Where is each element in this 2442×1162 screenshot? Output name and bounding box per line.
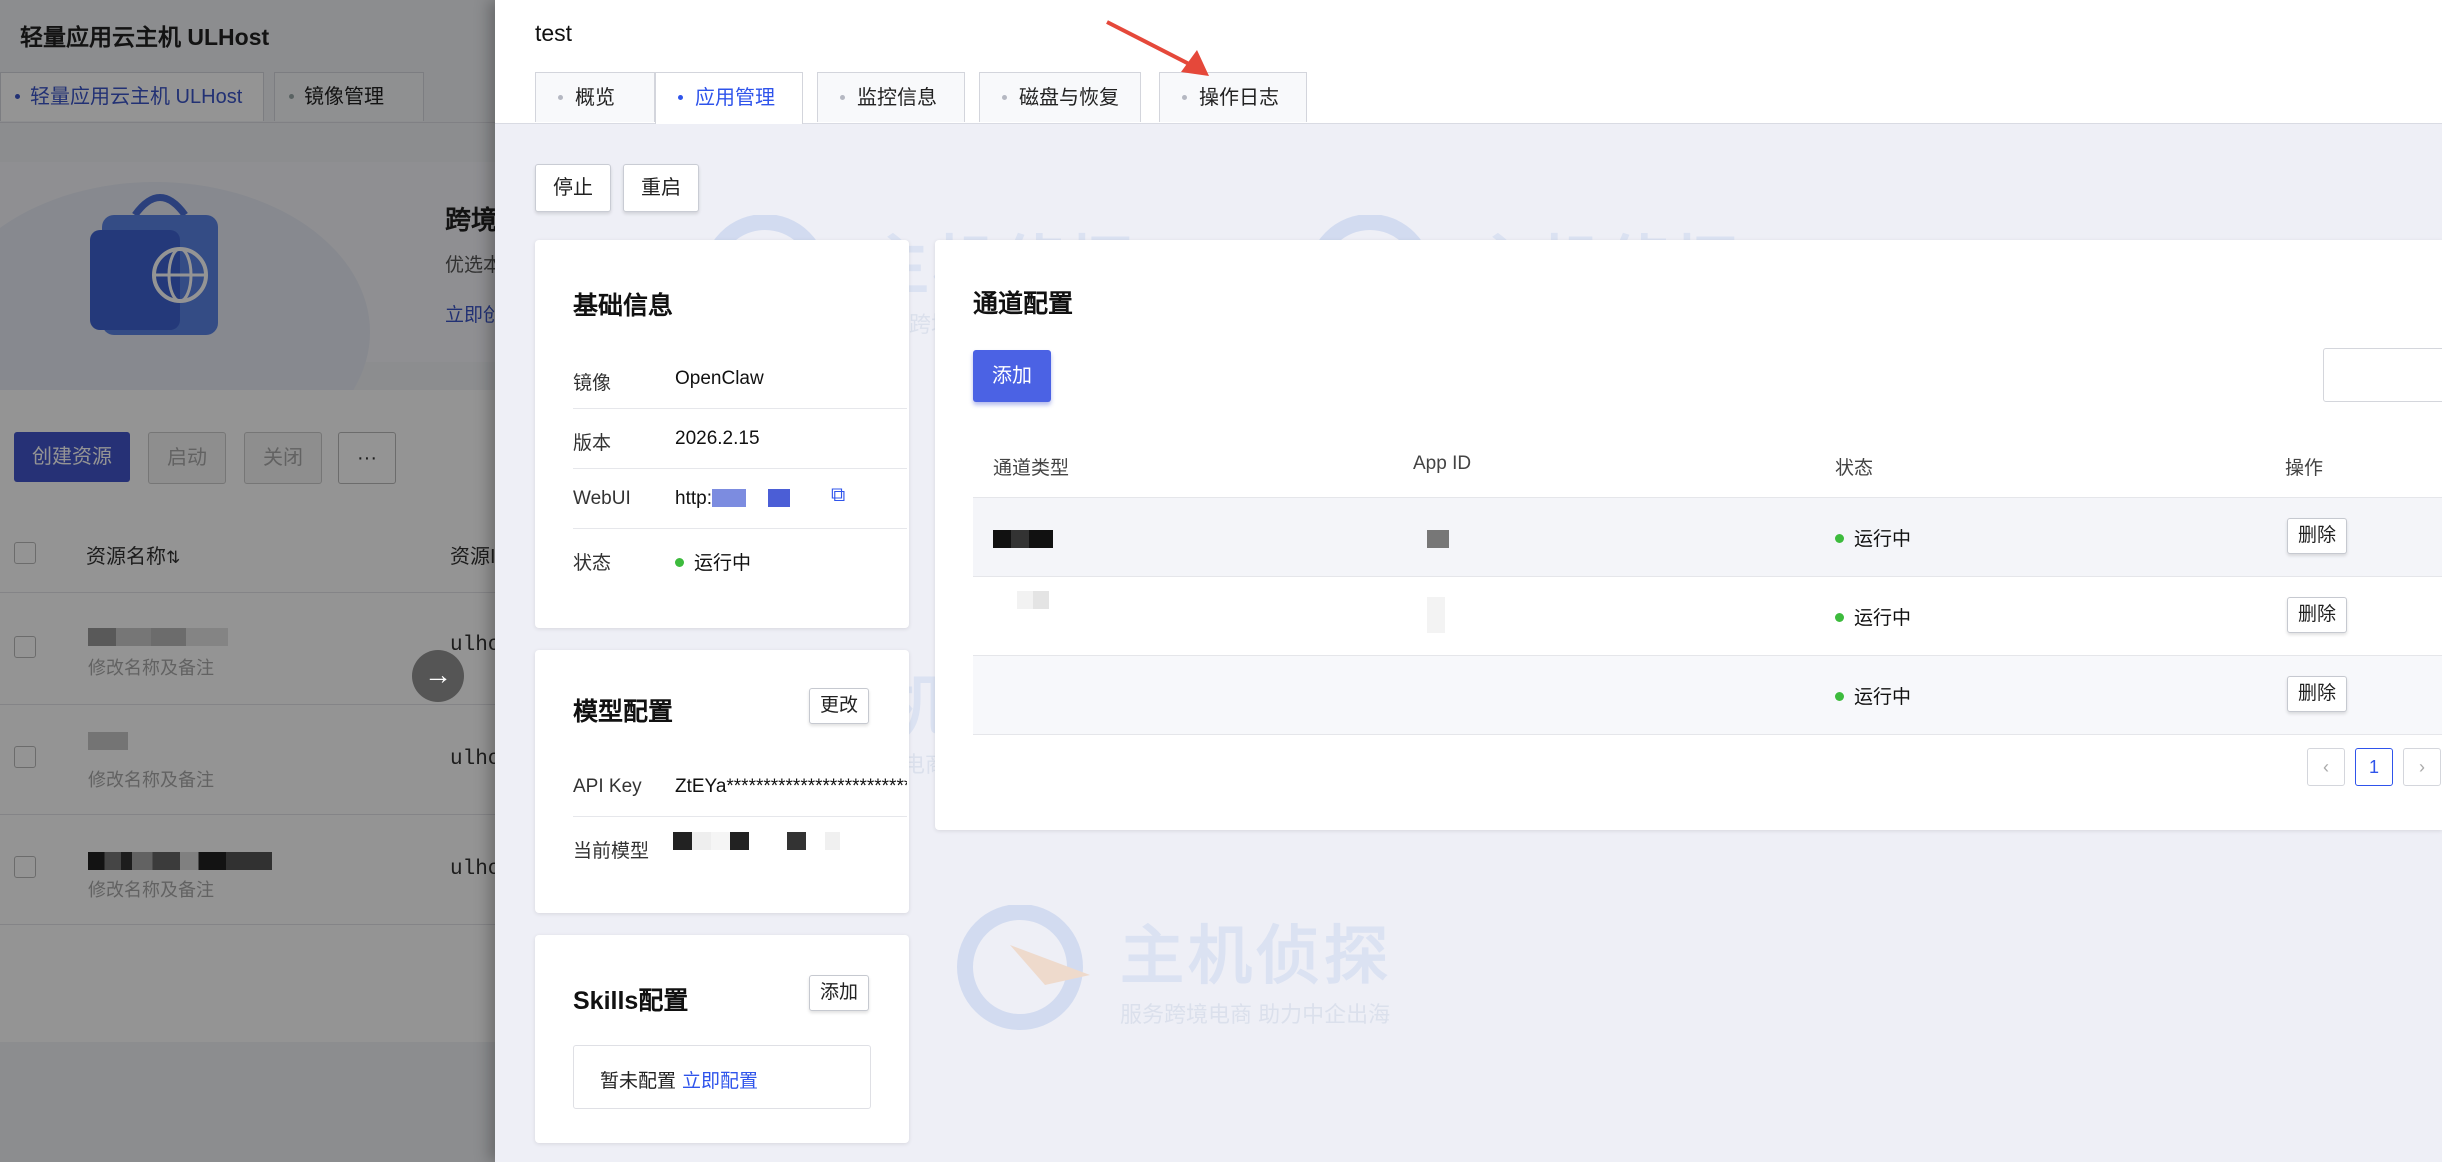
status-text: 运行中 <box>694 553 752 574</box>
tab-dot-icon <box>678 95 683 100</box>
tab-dot-icon <box>1002 95 1007 100</box>
info-row-current-model: 当前模型 <box>573 816 907 876</box>
watermark-brand: 主机侦探 <box>1120 920 1392 992</box>
info-key: 版本 <box>573 433 612 454</box>
status-dot-icon <box>1835 692 1844 701</box>
model-config-title: 模型配置 <box>573 698 674 726</box>
skills-empty-text: 暂未配置 <box>600 1071 677 1092</box>
tab-app-management[interactable]: 应用管理 <box>655 72 803 124</box>
status-text: 运行中 <box>1854 529 1912 550</box>
channel-config-title: 通道配置 <box>973 290 1074 318</box>
tab-label: 应用管理 <box>695 87 775 109</box>
tab-dot-icon <box>1182 95 1187 100</box>
column-action: 操作 <box>2285 458 2324 479</box>
add-channel-button[interactable]: 添加 <box>973 350 1051 402</box>
masked-url <box>767 489 790 507</box>
masked-app-id <box>1427 597 1445 633</box>
delete-button[interactable]: 删除 <box>2287 518 2348 554</box>
restart-button[interactable]: 重启 <box>623 164 699 212</box>
status-dot-icon <box>675 558 684 567</box>
masked-channel-type <box>993 591 1073 609</box>
delete-button[interactable]: 删除 <box>2287 597 2348 633</box>
tab-label: 监控信息 <box>857 87 937 109</box>
status-dot-icon <box>1835 613 1844 622</box>
status-dot-icon <box>1835 534 1844 543</box>
tab-label: 概览 <box>575 87 615 109</box>
annotation-arrow-icon <box>1106 20 1209 76</box>
table-row: 运行中 删除 <box>973 656 2442 735</box>
tab-dot-icon <box>558 95 563 100</box>
info-key: 状态 <box>573 553 612 574</box>
column-app-id: App ID <box>1413 453 1472 474</box>
row-status: 运行中 <box>1835 524 1911 551</box>
masked-url <box>711 489 746 507</box>
tab-dot-icon <box>840 95 845 100</box>
status-value: 运行中 <box>675 548 751 575</box>
column-status: 状态 <box>1835 458 1874 479</box>
masked-app-id <box>1427 530 1449 548</box>
webui-link-text: http: <box>675 488 712 509</box>
drawer-title: test <box>535 20 573 46</box>
next-page-button[interactable]: › <box>2403 748 2441 786</box>
search-input[interactable] <box>2323 348 2442 402</box>
row-status: 运行中 <box>1835 682 1911 709</box>
info-value: 2026.2.15 <box>675 428 760 449</box>
channel-config-card: 通道配置 添加 通道类型 App ID 状态 操作 运行中 删除 运行中 删除 … <box>935 240 2442 830</box>
info-key: 当前模型 <box>573 841 650 862</box>
arrow-right-icon[interactable]: → <box>412 650 464 702</box>
webui-link[interactable]: http: <box>675 488 790 510</box>
info-row-image: 镜像 OpenClaw <box>573 348 907 409</box>
delete-button[interactable]: 删除 <box>2287 676 2348 712</box>
stop-button[interactable]: 停止 <box>535 164 611 212</box>
configure-now-link[interactable]: 立即配置 <box>682 1066 758 1093</box>
info-value: OpenClaw <box>675 368 764 389</box>
tab-label: 磁盘与恢复 <box>1019 87 1119 109</box>
info-row-status: 状态 运行中 <box>573 528 907 588</box>
skills-config-title: Skills配置 <box>573 987 689 1015</box>
model-config-card: 模型配置 更改 API Key ZtEYa*******************… <box>535 650 909 913</box>
row-status: 运行中 <box>1835 603 1911 630</box>
skills-empty-box: 暂未配置 立即配置 <box>573 1045 871 1109</box>
masked-model-name <box>673 832 863 850</box>
watermark-slogan: 服务跨境电商 助力中企出海 <box>1120 1002 1391 1027</box>
info-key: API Key <box>573 776 642 797</box>
column-channel-type: 通道类型 <box>993 458 1070 479</box>
api-key-value: ZtEYa***************************... <box>675 776 907 797</box>
tab-overview[interactable]: 概览 <box>535 72 655 122</box>
page-1-button[interactable]: 1 <box>2355 748 2393 786</box>
info-row-api-key: API Key ZtEYa***************************… <box>573 756 907 817</box>
basic-info-title: 基础信息 <box>573 292 674 320</box>
masked-channel-type <box>993 530 1053 548</box>
detail-drawer: 主机侦探 服务跨境电商 助力中企出海 主机侦探 服务跨境电商 助力中企出海 主机… <box>495 0 2442 1162</box>
edit-model-button[interactable]: 更改 <box>809 688 870 724</box>
info-row-webui: WebUI http: ⧉ <box>573 468 907 529</box>
modal-overlay[interactable] <box>0 0 500 1162</box>
table-row: 运行中 删除 <box>973 577 2442 656</box>
status-text: 运行中 <box>1854 608 1912 629</box>
info-key: 镜像 <box>573 373 612 394</box>
skills-config-card: Skills配置 添加 暂未配置 立即配置 <box>535 935 909 1143</box>
copy-icon[interactable]: ⧉ <box>831 484 845 507</box>
watermark: 主机侦探 服务跨境电商 助力中企出海 <box>950 905 1450 1045</box>
info-row-version: 版本 2026.2.15 <box>573 408 907 469</box>
basic-info-card: 基础信息 镜像 OpenClaw 版本 2026.2.15 WebUI http… <box>535 240 909 628</box>
add-skill-button[interactable]: 添加 <box>809 975 870 1011</box>
tab-label: 操作日志 <box>1199 87 1279 109</box>
info-key: WebUI <box>573 488 631 509</box>
tab-monitoring[interactable]: 监控信息 <box>817 72 965 122</box>
table-row: 运行中 删除 <box>973 498 2442 577</box>
status-text: 运行中 <box>1854 687 1912 708</box>
prev-page-button[interactable]: ‹ <box>2307 748 2345 786</box>
watermark-logo-icon <box>957 905 1090 1030</box>
